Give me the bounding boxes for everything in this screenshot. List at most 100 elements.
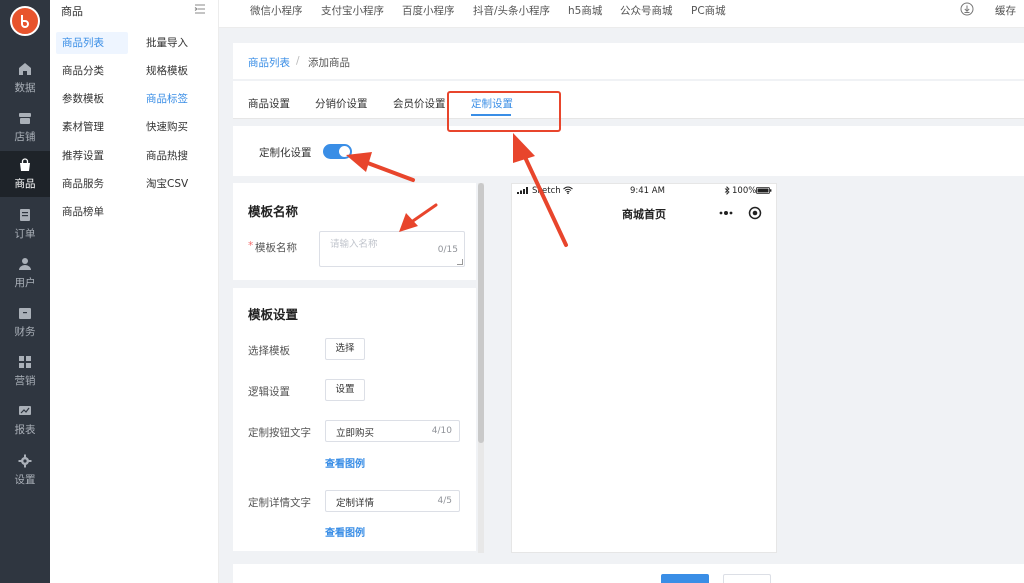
top-tab-wechat[interactable]: 微信小程序 — [250, 3, 303, 18]
top-bar: 微信小程序 支付宝小程序 百度小程序 抖音/头条小程序 h5商城 公众号商城 P… — [219, 0, 1024, 28]
chart-icon — [19, 405, 31, 415]
submenu-title: 商品 — [61, 5, 83, 18]
sidebar-item-finance[interactable]: 财务 — [0, 299, 50, 345]
breadcrumb-separator: / — [296, 55, 300, 67]
select-template-label: 选择模板 — [248, 345, 290, 357]
close-target-icon[interactable] — [748, 206, 762, 220]
sidebar-item-label: 用户 — [14, 276, 36, 289]
template-name-card: 模板名称 * 模板名称 请输入名称 0/15 — [233, 183, 476, 280]
detail-text-value: 定制详情 — [336, 498, 375, 509]
panel-scrollbar-thumb[interactable] — [478, 183, 484, 443]
sidebar-item-goods[interactable]: 商品 — [0, 151, 50, 197]
cancel-button[interactable] — [723, 574, 771, 583]
download-icon[interactable] — [960, 2, 974, 16]
template-name-counter: 0/15 — [437, 245, 458, 255]
menu-item-taobao-csv[interactable]: 淘宝CSV — [140, 173, 194, 195]
wallet-icon — [19, 307, 31, 319]
template-name-label: 模板名称 — [255, 242, 297, 254]
template-name-textarea[interactable]: 请输入名称 0/15 — [319, 231, 465, 267]
order-icon — [20, 208, 30, 221]
sidebar-item-label: 数据 — [14, 81, 36, 94]
menu-item-param-template[interactable]: 参数模板 — [56, 88, 110, 110]
view-example-link[interactable]: 查看图例 — [325, 524, 365, 539]
menu-item-material[interactable]: 素材管理 — [56, 116, 110, 138]
toggle-knob — [339, 146, 350, 157]
submit-button[interactable] — [661, 574, 709, 583]
cache-button[interactable]: 缓存 — [995, 3, 1016, 18]
menu-item-goods-category[interactable]: 商品分类 — [56, 60, 110, 82]
sidebar-item-label: 报表 — [14, 423, 36, 436]
tab-goods-settings[interactable]: 商品设置 — [248, 96, 290, 111]
app-logo[interactable] — [10, 6, 40, 36]
menu-item-hot-search[interactable]: 商品热搜 — [140, 145, 194, 167]
detail-text-counter: 4/5 — [437, 496, 452, 506]
menu-item-batch-import[interactable]: 批量导入 — [140, 32, 194, 54]
menu-item-quick-buy[interactable]: 快速购买 — [140, 116, 194, 138]
sidebar-item-label: 营销 — [14, 374, 36, 387]
main-sidebar: 数据 店铺 商品 订单 用户 财务 营销 报表 设置 — [0, 0, 50, 583]
sidebar-item-data[interactable]: 数据 — [0, 55, 50, 101]
required-mark: * — [248, 240, 254, 252]
wifi-icon — [563, 186, 573, 194]
view-example-link[interactable]: 查看图例 — [325, 455, 365, 470]
detail-text-label: 定制详情文字 — [248, 497, 311, 509]
sidebar-item-label: 订单 — [14, 227, 36, 240]
menu-item-spec-template[interactable]: 规格模板 — [140, 60, 194, 82]
logo-icon — [21, 15, 29, 28]
top-tab-alipay[interactable]: 支付宝小程序 — [321, 3, 384, 18]
menu-item-recommend[interactable]: 推荐设置 — [56, 145, 110, 167]
sidebar-item-orders[interactable]: 订单 — [0, 201, 50, 247]
carrier-name: Sketch — [532, 186, 561, 196]
customize-toggle-label: 定制化设置 — [259, 147, 312, 159]
template-settings-title: 模板设置 — [248, 307, 299, 322]
grid-icon — [19, 355, 31, 368]
logic-settings-button[interactable]: 设置 — [325, 379, 365, 401]
form-tabs: 商品设置 分销价设置 会员价设置 定制设置 — [233, 81, 1024, 119]
top-tab-pc[interactable]: PC商城 — [691, 3, 726, 18]
phone-clock: 9:41 AM — [630, 186, 665, 196]
sidebar-item-reports[interactable]: 报表 — [0, 397, 50, 443]
collapse-menu-icon[interactable] — [193, 2, 207, 16]
sidebar-item-settings[interactable]: 设置 — [0, 447, 50, 493]
tab-member-price[interactable]: 会员价设置 — [393, 96, 446, 111]
secondary-menu: 商品 商品列表 商品分类 参数模板 素材管理 推荐设置 商品服务 商品榜单 批量… — [50, 0, 219, 583]
menu-item-goods-tags[interactable]: 商品标签 — [140, 88, 194, 110]
menu-item-goods-list[interactable]: 商品列表 — [56, 32, 128, 54]
button-text-counter: 4/10 — [431, 426, 452, 436]
breadcrumb-link-goods-list[interactable]: 商品列表 — [248, 55, 290, 70]
button-text-input[interactable]: 立即购买 4/10 — [325, 420, 460, 442]
top-tab-official-account[interactable]: 公众号商城 — [620, 3, 673, 18]
customize-toggle-switch[interactable] — [323, 144, 352, 159]
top-tab-baidu[interactable]: 百度小程序 — [402, 3, 455, 18]
top-tab-douyin[interactable]: 抖音/头条小程序 — [473, 3, 550, 18]
button-text-value: 立即购买 — [336, 428, 375, 439]
battery-percent: 100% — [732, 186, 757, 196]
menu-item-goods-service[interactable]: 商品服务 — [56, 173, 110, 195]
template-settings-card: 模板设置 选择模板 选择 逻辑设置 设置 定制按钮文字 立即购买 4/10 查看… — [233, 288, 476, 551]
template-name-placeholder: 请输入名称 — [330, 239, 378, 250]
sidebar-item-label: 店铺 — [14, 130, 36, 143]
bottom-action-bar — [233, 564, 1024, 583]
sidebar-item-marketing[interactable]: 营销 — [0, 348, 50, 394]
signal-icon — [517, 187, 528, 194]
bluetooth-icon — [724, 186, 730, 195]
more-dots-icon[interactable] — [718, 210, 734, 216]
tab-distribution-price[interactable]: 分销价设置 — [315, 96, 368, 111]
battery-icon — [756, 187, 772, 194]
sidebar-item-store[interactable]: 店铺 — [0, 104, 50, 150]
resize-handle[interactable] — [457, 259, 463, 265]
menu-item-goods-ranking[interactable]: 商品榜单 — [56, 201, 110, 223]
breadcrumb: 商品列表 / 添加商品 — [233, 43, 1024, 79]
logic-settings-label: 逻辑设置 — [248, 386, 290, 398]
select-template-button[interactable]: 选择 — [325, 338, 365, 360]
top-tab-h5[interactable]: h5商城 — [568, 3, 602, 18]
detail-text-input[interactable]: 定制详情 4/5 — [325, 490, 460, 512]
sidebar-item-users[interactable]: 用户 — [0, 250, 50, 296]
button-text-label: 定制按钮文字 — [248, 427, 311, 439]
bag-icon — [20, 157, 30, 171]
customize-toggle-row: 定制化设置 — [233, 126, 1024, 176]
sidebar-item-label: 设置 — [14, 473, 36, 486]
home-icon — [19, 62, 31, 75]
sidebar-item-label: 财务 — [14, 325, 36, 338]
miniprogram-capsule[interactable] — [710, 202, 772, 224]
